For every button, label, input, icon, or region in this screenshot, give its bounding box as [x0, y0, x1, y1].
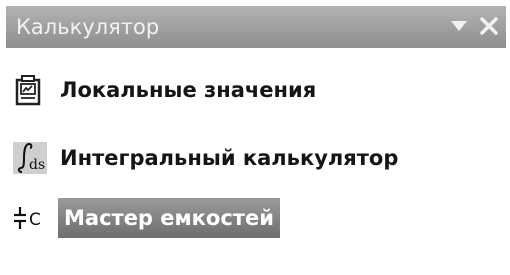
chevron-down-icon	[451, 21, 467, 31]
panel-close-button[interactable]	[476, 13, 502, 39]
menu-item-integral-calculator[interactable]: ds Интегральный калькулятор	[12, 134, 400, 182]
svg-text:ds: ds	[29, 157, 45, 173]
local-values-icon	[12, 70, 52, 110]
panel-titlebar[interactable]: Калькулятор	[6, 6, 506, 48]
menu-item-label: Локальные значения	[60, 78, 317, 102]
menu-item-label: Интегральный калькулятор	[60, 146, 399, 170]
menu-item-label: Мастер емкостей	[58, 198, 280, 238]
close-icon	[480, 17, 498, 35]
calculator-panel: Калькулятор Локальные значения ds Интегр…	[0, 0, 510, 275]
integral-icon: ds	[12, 138, 52, 178]
menu-item-local-values[interactable]: Локальные значения	[12, 66, 318, 114]
svg-text:C: C	[29, 210, 41, 230]
capacitance-icon: C	[12, 198, 52, 238]
panel-title: Калькулятор	[16, 15, 160, 39]
panel-menu-button[interactable]	[446, 13, 472, 39]
menu-item-capacitance-wizard[interactable]: C Мастер емкостей	[12, 194, 280, 242]
